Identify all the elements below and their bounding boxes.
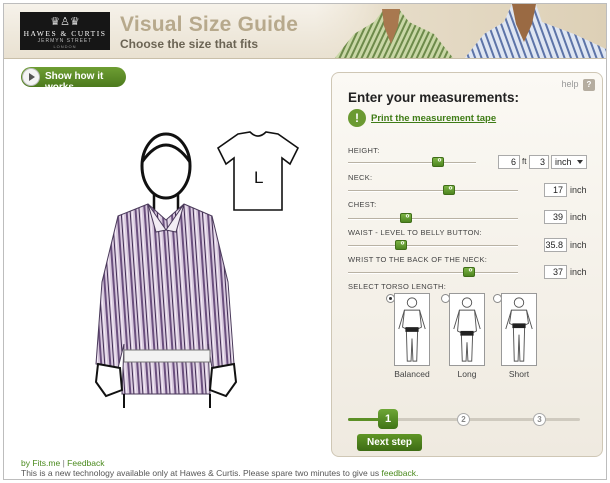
crest-icon: ♛♙♛: [50, 16, 80, 28]
neck-input[interactable]: 17: [544, 183, 567, 197]
height-label: HEIGHT:: [348, 146, 380, 155]
neck-label: NECK:: [348, 173, 373, 182]
torso-length-label: SELECT TORSO LENGTH:: [348, 282, 447, 291]
height-slider[interactable]: [348, 155, 476, 167]
help-button[interactable]: help ?: [561, 79, 595, 91]
help-label: help: [561, 79, 579, 89]
chest-label: CHEST:: [348, 200, 377, 209]
waist-slider-handle[interactable]: [395, 238, 408, 250]
footer-separator: |: [62, 458, 65, 468]
step-3[interactable]: 3: [533, 413, 546, 426]
torso-balanced-figure-icon: [394, 293, 430, 366]
torso-long-figure-icon: [449, 293, 485, 366]
unit-select-value: inch: [555, 157, 572, 167]
torso-option-balanced[interactable]: [386, 293, 430, 368]
fits-me-link[interactable]: by Fits.me: [21, 458, 60, 468]
header-shirts-photo: [314, 4, 606, 58]
chest-unit: inch: [570, 212, 587, 222]
footer-note-text: This is a new technology available only …: [21, 468, 380, 478]
neck-slider[interactable]: [348, 183, 518, 195]
step-1[interactable]: 1: [378, 409, 398, 429]
step-2[interactable]: 2: [457, 413, 470, 426]
brand-logo: ♛♙♛ HAWES & CURTIS JERMYN STREET LONDON: [20, 12, 110, 50]
neck-unit: inch: [570, 185, 587, 195]
torso-short-figure-icon: [501, 293, 537, 366]
show-how-it-works-button[interactable]: Show how it works: [21, 67, 126, 93]
wrist-to-neck-unit: inch: [570, 267, 587, 277]
wrist-to-neck-slider[interactable]: [348, 265, 518, 277]
header: ♛♙♛ HAWES & CURTIS JERMYN STREET LONDON …: [4, 4, 606, 59]
torso-option-long[interactable]: [441, 293, 485, 368]
height-feet-unit: ft: [522, 157, 527, 166]
waist-label: WAIST - LEVEL TO BELLY BUTTON:: [348, 228, 482, 237]
chest-input[interactable]: 39: [544, 210, 567, 224]
height-inches-input[interactable]: 3: [529, 155, 549, 169]
torso-option-short[interactable]: [493, 293, 537, 368]
torso-label-short: Short: [508, 369, 530, 379]
chest-slider[interactable]: [348, 211, 518, 223]
wrist-to-neck-label: WRIST TO THE BACK OF THE NECK:: [348, 255, 488, 264]
footer-note: This is a new technology available only …: [21, 468, 418, 478]
help-icon: ?: [583, 79, 595, 91]
page-subtitle: Choose the size that fits: [120, 37, 259, 51]
step-progress: 1 2 3: [348, 409, 580, 431]
size-guide-window: ♛♙♛ HAWES & CURTIS JERMYN STREET LONDON …: [3, 3, 607, 480]
wrist-to-neck-slider-handle[interactable]: [463, 265, 476, 277]
chevron-down-icon: [577, 160, 583, 164]
play-icon: [22, 68, 40, 86]
neck-slider-handle[interactable]: [443, 183, 456, 195]
waist-input[interactable]: 35.8: [544, 238, 567, 252]
size-indicator: L: [216, 130, 300, 212]
logo-city: LONDON: [53, 44, 77, 49]
footer-feedback-link[interactable]: feedback.: [382, 468, 419, 478]
waist-unit: inch: [570, 240, 587, 250]
height-slider-handle[interactable]: [432, 155, 445, 167]
waist-slider[interactable]: [348, 238, 518, 250]
torso-label-balanced: Balanced: [394, 369, 430, 379]
chest-slider-handle[interactable]: [400, 211, 413, 223]
logo-brand: HAWES & CURTIS: [23, 29, 107, 38]
measurements-panel: help ? Enter your measurements: ! Print …: [331, 72, 603, 457]
panel-title: Enter your measurements:: [348, 90, 520, 105]
unit-select[interactable]: inch: [551, 155, 587, 169]
tshirt-size-label: L: [254, 168, 264, 187]
footer-links: by Fits.me | Feedback: [21, 458, 105, 468]
show-how-it-works-label: Show how it works: [45, 71, 104, 93]
wrist-to-neck-input[interactable]: 37: [544, 265, 567, 279]
page-title: Visual Size Guide: [120, 13, 299, 36]
torso-label-long: Long: [457, 369, 477, 379]
next-step-button[interactable]: Next step: [357, 434, 422, 451]
print-measurement-tape-link[interactable]: Print the measurement tape: [371, 113, 496, 124]
info-icon: !: [348, 109, 366, 127]
height-feet-input[interactable]: 6: [498, 155, 520, 169]
feedback-link[interactable]: Feedback: [67, 458, 104, 468]
